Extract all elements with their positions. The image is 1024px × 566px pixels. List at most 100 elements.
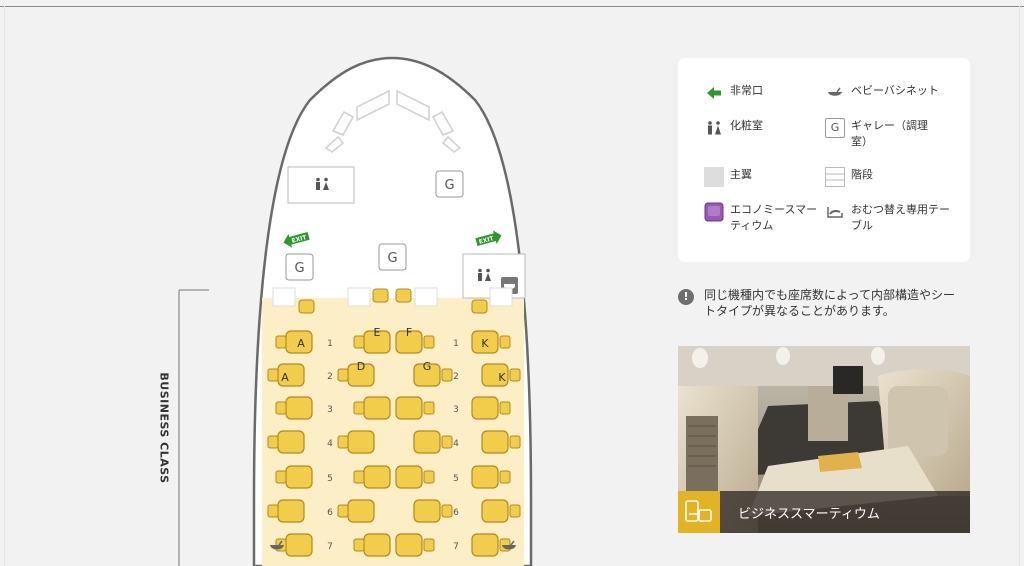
- divider-seat-a: [298, 299, 315, 314]
- seat-ottoman: [509, 435, 521, 449]
- seat-ottoman: [423, 538, 435, 552]
- legend-item-lavatory: 化粧室: [704, 118, 830, 138]
- seat-cushion: [347, 430, 375, 454]
- column-letter: F: [406, 326, 412, 339]
- legend-label-exit: 非常口: [730, 84, 763, 97]
- galley-label: G: [387, 251, 397, 266]
- seat-ottoman: [267, 368, 279, 382]
- seat-ottoman: [337, 504, 349, 518]
- business-class-label: BUSINESS CLASS: [157, 372, 171, 484]
- divider-seat-d: [372, 288, 389, 303]
- legend-item-stairs: 階段: [825, 167, 951, 187]
- seat-cushion: [413, 499, 441, 523]
- seat-cushion: [277, 430, 305, 454]
- seat-ottoman: [441, 504, 453, 518]
- legend-item-bassinet: ベビーバシネット: [825, 83, 951, 103]
- column-letter: A: [297, 337, 305, 350]
- row-number-left: 1: [327, 339, 333, 349]
- divider-seat-e: [395, 288, 412, 303]
- divider-seat-k: [471, 299, 488, 314]
- legend-label-galley: ギャレー（調理室）: [851, 119, 928, 148]
- legend-item-galley: G ギャレー（調理室）: [825, 118, 941, 150]
- seat-ottoman: [441, 368, 453, 382]
- seat-ottoman: [509, 368, 521, 382]
- lavatory-icon: [704, 118, 724, 138]
- column-letter: K: [481, 337, 489, 350]
- legend-label-lavatory: 化粧室: [730, 119, 763, 132]
- seat-cushion: [285, 533, 313, 557]
- galley-icon: G: [825, 118, 845, 138]
- seat-cushion: [395, 465, 423, 489]
- galley-left: G: [285, 253, 314, 281]
- legend-label-stairs: 階段: [851, 168, 873, 181]
- galley-label: G: [294, 261, 304, 276]
- column-letter: D: [357, 360, 365, 373]
- row-number-right: 4: [453, 439, 459, 449]
- right-frame-line: [1019, 6, 1020, 566]
- photo-caption: ビジネススマーティウム: [738, 506, 880, 522]
- seat-cushion: [347, 499, 375, 523]
- seat-ottoman: [499, 401, 511, 415]
- seat-cushion: [363, 465, 391, 489]
- legend-label-changing-table: おむつ替え専用テーブル: [851, 203, 950, 232]
- column-letter: G: [423, 360, 432, 373]
- seat-ottoman: [275, 401, 287, 415]
- divider-b: [347, 287, 371, 307]
- seat-ottoman: [337, 368, 349, 382]
- row-number-right: 6: [453, 508, 459, 518]
- seat-ottoman: [509, 504, 521, 518]
- seat-cushion: [285, 465, 313, 489]
- seat-cushion: [285, 396, 313, 420]
- seat-cushion: [471, 533, 499, 557]
- galley-middle: G: [378, 243, 407, 271]
- seat-ottoman: [267, 435, 279, 449]
- seat-ottoman: [423, 401, 435, 415]
- economy-smartium-seat-icon: [704, 202, 724, 222]
- legend-panel: 非常口 ベビーバシネット 化粧室 G ギャレー（調理室） 主翼 階段 エコノミー…: [678, 58, 970, 262]
- row-number-left: 6: [327, 508, 333, 518]
- galley-label: G: [444, 178, 454, 193]
- row-number-right: 7: [453, 542, 459, 552]
- seat-photo[interactable]: ビジネススマーティウム: [678, 346, 970, 533]
- divider-d: [489, 287, 513, 307]
- row-number-left: 4: [327, 439, 333, 449]
- cabin-bracket: [178, 289, 209, 566]
- seat-cushion: [363, 533, 391, 557]
- seat-ottoman: [353, 401, 365, 415]
- closet-icon: [704, 167, 724, 187]
- seat-ottoman: [275, 335, 287, 349]
- legend-item-closet: 主翼: [704, 167, 830, 187]
- seat-cushion: [471, 396, 499, 420]
- seat-ottoman: [423, 470, 435, 484]
- row-number-right: 2: [453, 372, 459, 382]
- divider-a: [272, 287, 296, 307]
- notice-text: 同じ機種内でも座席数によって内部構造やシートタイプが異なることがあります。: [704, 288, 956, 318]
- row-number-left: 2: [327, 372, 333, 382]
- front-lavatory: [287, 166, 355, 204]
- business-seat-icon: [678, 491, 720, 533]
- seat-ottoman: [267, 504, 279, 518]
- row-number-right: 3: [453, 405, 459, 415]
- seat-ottoman: [275, 470, 287, 484]
- row-number-left: 3: [327, 405, 333, 415]
- seat-cushion: [277, 499, 305, 523]
- divider-c: [414, 287, 438, 307]
- exit-arrow-icon: [704, 83, 724, 103]
- seat-ottoman: [441, 435, 453, 449]
- legend-item-economy-smartium: エコノミースマーティウム: [704, 202, 820, 234]
- seat-cushion: [395, 533, 423, 557]
- seat-ottoman: [353, 538, 365, 552]
- seat-ottoman: [337, 435, 349, 449]
- legend-label-bassinet: ベビーバシネット: [851, 84, 939, 97]
- seat-ottoman: [353, 470, 365, 484]
- column-letter: E: [374, 326, 381, 339]
- bassinet-icon: [825, 83, 845, 103]
- info-icon: !: [678, 289, 694, 305]
- legend-label-economy-smartium: エコノミースマーティウム: [730, 203, 818, 232]
- seat-ottoman: [499, 335, 511, 349]
- row-number-left: 5: [327, 474, 333, 484]
- seat-ottoman: [353, 335, 365, 349]
- row-number-right: 5: [453, 474, 459, 484]
- seat-ottoman: [499, 470, 511, 484]
- seat-cushion: [471, 465, 499, 489]
